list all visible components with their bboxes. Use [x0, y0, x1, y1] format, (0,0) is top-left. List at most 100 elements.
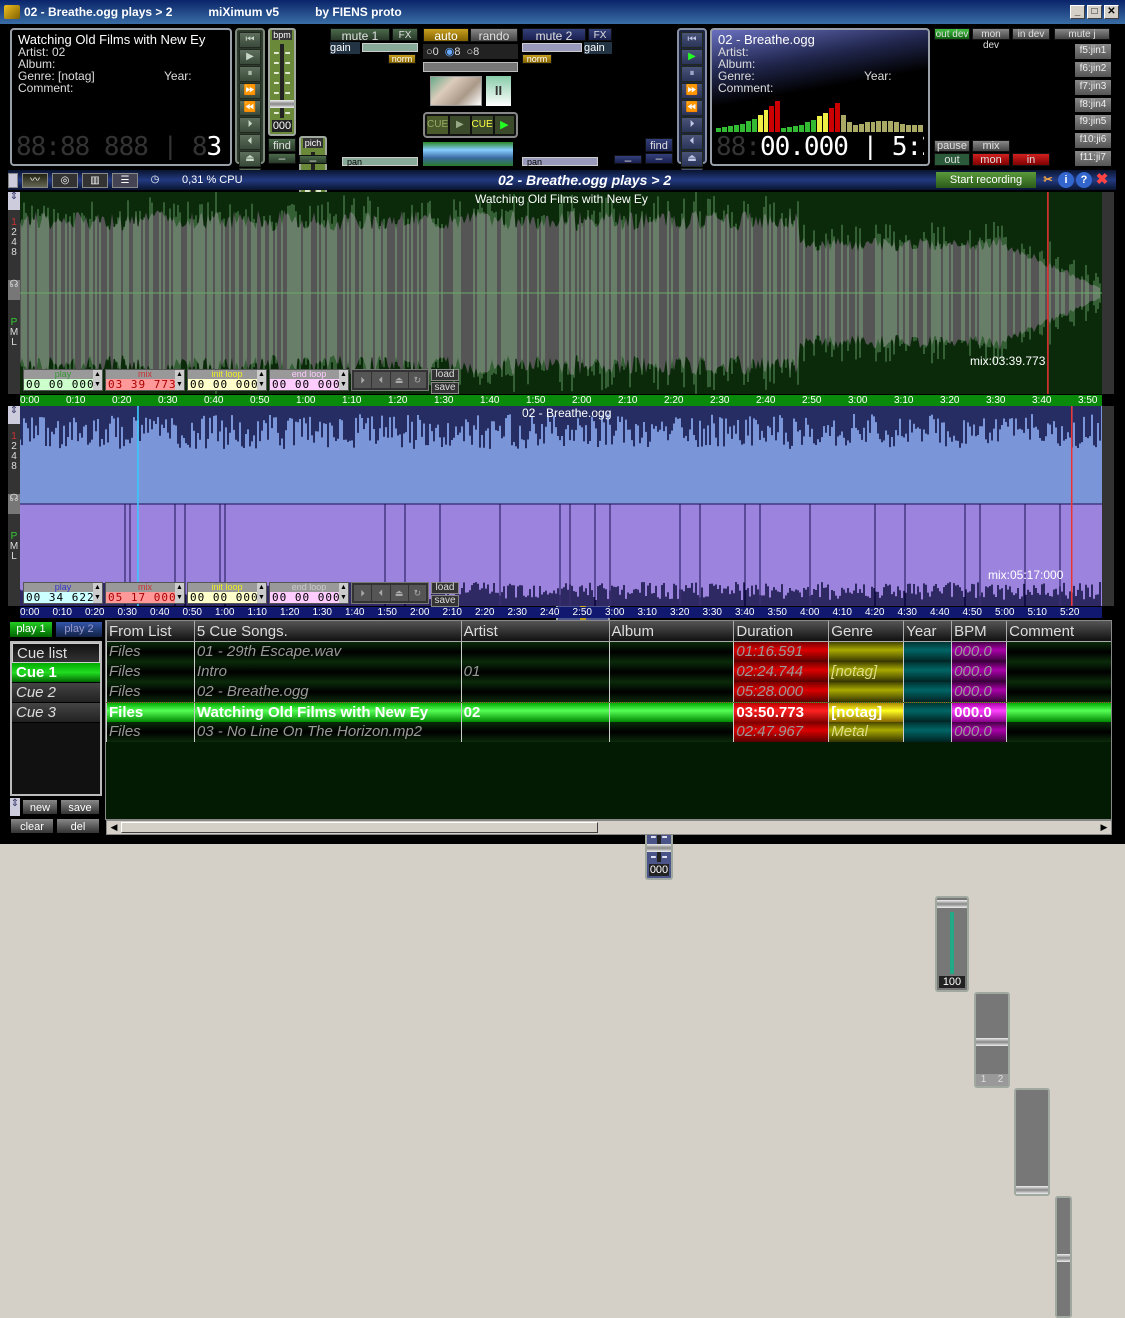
mon-channel-1[interactable]: 1 — [976, 1074, 991, 1086]
list-view-icon[interactable]: ☰ — [112, 172, 138, 188]
column-header[interactable]: Artist — [460, 621, 609, 641]
table-row[interactable]: Files Watching Old Films with New Ey 02 03:… — [106, 702, 1111, 722]
table-row[interactable]: Files 01 - 29th Escape.wav 01:16.591 000.0 — [106, 642, 1111, 662]
close-button[interactable]: ✕ — [1104, 5, 1119, 19]
wave1-scrollbar[interactable] — [1102, 192, 1114, 394]
table-horizontal-scrollbar[interactable]: ◀ ▶ — [106, 820, 1112, 835]
mon-fader[interactable]: 1 2 — [974, 992, 1010, 1088]
jingle-button[interactable]: f5:jin1 — [1075, 44, 1111, 59]
deck2-eject-button[interactable]: ⏏ — [681, 151, 703, 167]
deck2-fx-button[interactable]: FX — [588, 28, 612, 41]
wave2-save-button[interactable]: save — [431, 595, 459, 607]
deck2-pause-button[interactable]: ⏸ — [681, 66, 703, 82]
loop-eject-icon[interactable]: ⏏ — [390, 372, 408, 388]
table-row[interactable]: Files 03 - No Line On The Horizon.mp2 02:4… — [106, 722, 1111, 742]
wave2-scrollbar[interactable] — [1102, 406, 1114, 606]
info-icon[interactable]: i — [1058, 172, 1074, 188]
wave2-play-cue[interactable]: play 00 34 622 ▲ ▼ — [23, 582, 103, 604]
out-volume-knob[interactable] — [937, 900, 967, 908]
pause-all-button[interactable]: II — [486, 76, 511, 106]
deck1-norm-button[interactable]: norm — [388, 54, 416, 64]
column-header[interactable]: Album — [608, 621, 734, 641]
wave2-zoom-8[interactable]: 8 — [8, 462, 20, 472]
exit-icon[interactable]: ✖ — [1094, 172, 1110, 188]
minimize-button[interactable]: _ — [1070, 5, 1085, 19]
wave1-mix-cue[interactable]: mix 03 39 773 ▲ ▼ — [105, 369, 185, 391]
mixer-view-icon[interactable]: ▥ — [82, 172, 108, 188]
radio-option-8b[interactable]: ○8 — [467, 46, 480, 58]
cd-view-icon[interactable]: ◎ — [52, 172, 78, 188]
deck2-step-forward-button[interactable]: ⏵ — [681, 117, 703, 133]
deck1-step-forward-button[interactable]: ⏵ — [239, 117, 261, 133]
deck1-eject-button[interactable]: ⏏ — [239, 151, 261, 167]
deck1-bpm-knob[interactable] — [270, 100, 294, 108]
deck1-bpm-minus[interactable]: – — [268, 152, 296, 164]
wave1-scrub-icon[interactable]: ☊ — [8, 280, 20, 300]
in-fader[interactable] — [1014, 1088, 1050, 1196]
wave2-display[interactable]: 02 - Breathe.ogg mix:05:17:000 — [20, 406, 1102, 606]
jingle-button[interactable]: f9:jin5 — [1075, 115, 1111, 131]
deck1-mute-button[interactable]: mute 1 — [330, 28, 390, 43]
radio-option-8a[interactable]: ◉8 — [445, 45, 461, 58]
wave2-mix-cue[interactable]: mix 05 17 000 ▲ ▼ — [105, 582, 185, 604]
jingle-button[interactable]: f10:ji6 — [1075, 133, 1111, 149]
deck2-bpm-minus[interactable]: – — [645, 152, 673, 164]
loop-back-icon[interactable]: ⏴ — [372, 585, 390, 601]
out-volume-fader[interactable]: 100 — [935, 896, 969, 992]
deck2-find-button[interactable]: find — [645, 138, 673, 152]
column-header[interactable]: BPM — [951, 621, 1006, 641]
wave1-resize-icon[interactable]: ⇕ — [8, 192, 20, 210]
loop-repeat-icon[interactable]: ↻ — [408, 585, 426, 601]
wave2-time-ruler[interactable]: 0:00 0:10 0:20 0:30 0:40 0:50 1:00 1:10 1:20 1:30… — [20, 607, 1102, 618]
cuelist-delete-button[interactable]: del — [56, 818, 100, 834]
deck2-gain-slider[interactable] — [522, 43, 582, 52]
deck1-prev-button[interactable]: ⏮ — [239, 32, 261, 48]
deck2-mute-button[interactable]: mute 2 — [522, 28, 586, 43]
deck2-prev-button[interactable]: ⏮ — [681, 32, 703, 48]
mix-button[interactable]: mix — [972, 140, 1010, 152]
jingle-volume-fader[interactable] — [1055, 1196, 1072, 1318]
deck1-bpm-fader[interactable]: bpm 000 — [268, 28, 296, 136]
deck1-rewind-button[interactable]: ⏪ — [239, 100, 261, 116]
cuelist-new-button[interactable]: new — [22, 799, 58, 815]
scroll-left-icon[interactable]: ◀ — [107, 821, 121, 834]
wave2-load-button[interactable]: load — [431, 582, 459, 594]
deck2-pitch-minus[interactable]: – — [614, 154, 642, 166]
jingle-button[interactable]: f6:jin2 — [1075, 61, 1111, 77]
deck1-find-button[interactable]: find — [268, 138, 296, 152]
mute-jingles-button[interactable]: mute j — [1054, 28, 1110, 40]
column-header[interactable]: From List — [106, 621, 194, 641]
deck1-step-back-button[interactable]: ⏴ — [239, 134, 261, 150]
wave1-time-ruler[interactable]: 0:00 0:10 0:20 0:30 0:40 0:50 1:00 1:10 1:20 1:30… — [20, 395, 1102, 406]
in-button[interactable]: in — [1012, 153, 1050, 166]
deck2-norm-button[interactable]: norm — [522, 54, 552, 64]
deck1-fx-button[interactable]: FX — [392, 28, 418, 41]
in-dev-button[interactable]: in dev — [1012, 28, 1050, 40]
radio-option-0[interactable]: ○0 — [426, 46, 439, 58]
maximize-button[interactable]: □ — [1087, 5, 1102, 19]
loop-eject-icon[interactable]: ⏏ — [390, 585, 408, 601]
deck2-play-button[interactable]: ▶ — [681, 49, 703, 65]
out-dev-button[interactable]: out dev — [934, 28, 970, 40]
start-recording-button[interactable]: Start recording — [936, 172, 1036, 188]
resize-handle-icon[interactable] — [8, 172, 18, 188]
wave1-display[interactable]: Watching Old Films with New Ey mix:03:39… — [20, 192, 1102, 394]
tools-icon[interactable]: ✂ — [1040, 172, 1056, 188]
pause-output-button[interactable]: pause — [934, 140, 970, 152]
table-row[interactable]: Files Intro 01 02:24.744 [notag] 000.0 — [106, 662, 1111, 682]
scroll-thumb[interactable] — [121, 822, 598, 833]
wave1-save-button[interactable]: save — [431, 382, 459, 394]
mon-button[interactable]: mon — [972, 153, 1010, 166]
loop-repeat-icon[interactable]: ↻ — [408, 372, 426, 388]
table-row[interactable]: Files 02 - Breathe.ogg 05:28.000 000.0 — [106, 682, 1111, 702]
wave2-end-loop-cue[interactable]: end loop 00 00 000 ▲ ▼ — [269, 582, 349, 604]
cue-list-item[interactable]: Cue 2 — [12, 683, 100, 703]
deck1-pan-slider[interactable]: pan — [342, 157, 418, 167]
loop-start-icon[interactable]: ⏵ — [354, 585, 372, 601]
wave1-pml-l[interactable]: L — [8, 338, 20, 348]
deck1-pause-button[interactable]: ⏸ — [239, 66, 261, 82]
rando-button[interactable]: rando — [470, 28, 518, 43]
deck1-pitch-minus[interactable]: – — [299, 154, 327, 166]
wave1-end-loop-cue[interactable]: end loop 00 00 000 ▲ ▼ — [269, 369, 349, 391]
cue-list-item[interactable]: Cue 3 — [12, 703, 100, 723]
